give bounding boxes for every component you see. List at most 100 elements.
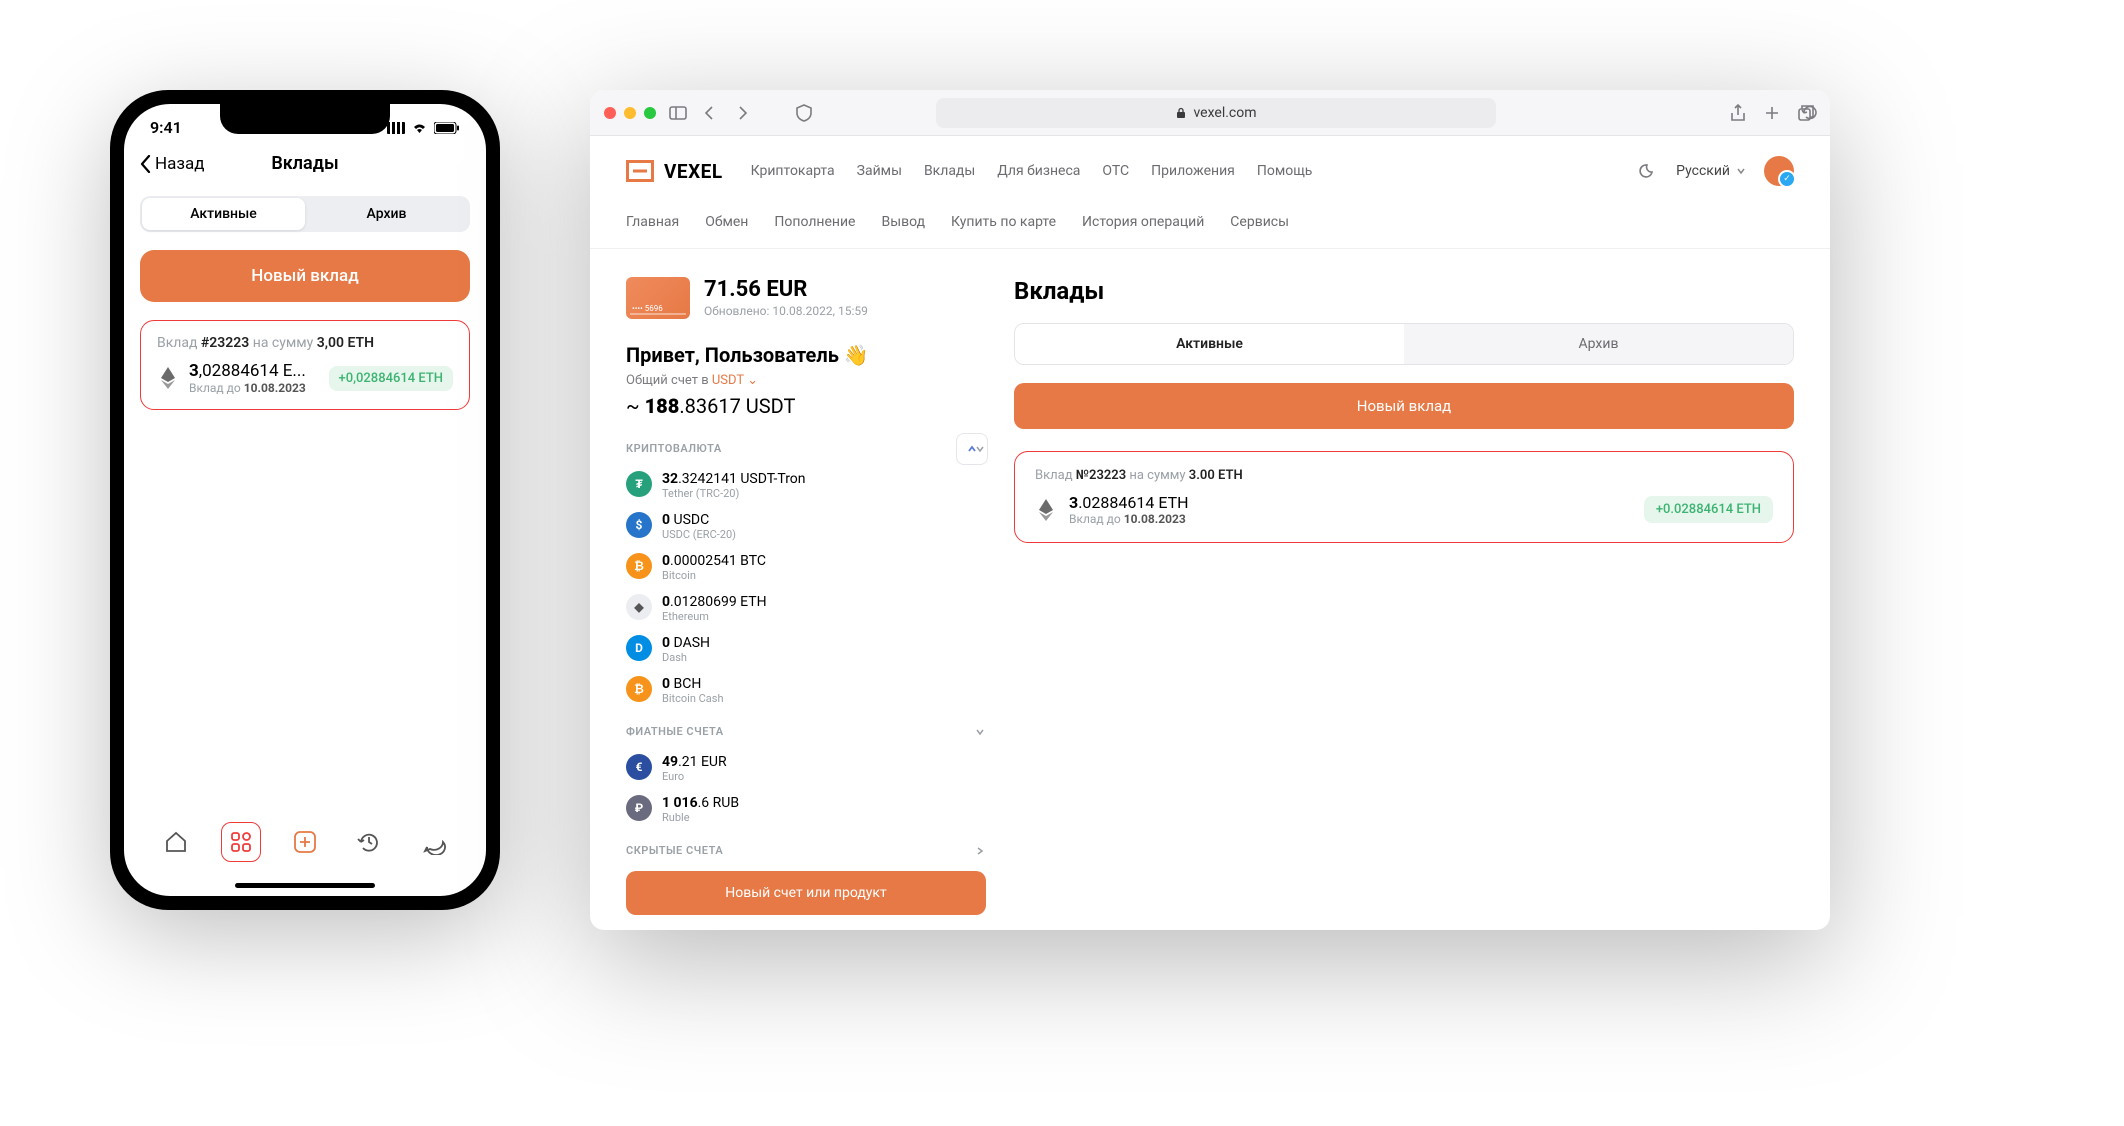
minimize-window-button[interactable]	[624, 107, 636, 119]
reload-icon[interactable]	[1800, 103, 1820, 123]
tab-add[interactable]	[285, 822, 325, 862]
card-thumbnail[interactable]: •••• 5696	[626, 277, 690, 319]
asset-row[interactable]: ₮32.3242141 USDT-TronTether (TRC-20)	[626, 465, 986, 506]
battery-icon	[434, 122, 460, 134]
asset-amount: 0.00002541 BTC	[662, 553, 766, 569]
asset-row[interactable]: ◆ 0.01280699 ETHEthereum	[626, 588, 986, 629]
asset-amount: 49.21 EUR	[662, 754, 727, 770]
share-icon[interactable]	[1728, 103, 1748, 123]
nav-deposits[interactable]: Вклады	[924, 163, 975, 179]
asset-row[interactable]: ₽1 016.6 RUBRuble	[626, 789, 986, 830]
profit-badge: +0,02884614 ETH	[329, 366, 453, 391]
panel-title: Вклады	[1014, 277, 1794, 305]
ethereum-icon	[1035, 499, 1057, 521]
deposit-card[interactable]: Вклад #23223 на сумму 3,00 ETH 3,0288461…	[140, 320, 470, 410]
asset-name: USDC (ERC-20)	[662, 528, 736, 541]
subnav-history[interactable]: История операций	[1082, 214, 1204, 230]
nav-loans[interactable]: Займы	[857, 163, 902, 179]
asset-row[interactable]: ₿0 BCHBitcoin Cash	[626, 670, 986, 711]
balance-updated: Обновлено: 10.08.2022, 15:59	[704, 304, 868, 318]
profit-badge: +0.02884614 ETH	[1644, 496, 1773, 523]
total-balance: ~ 188.83617 USDT	[626, 394, 986, 418]
asset-icon: D	[626, 635, 652, 661]
asset-icon: €	[626, 754, 652, 780]
section-hidden[interactable]: СКРЫТЫЕ СЧЕТА	[626, 844, 986, 857]
asset-name: Ethereum	[662, 610, 767, 623]
nav-otc[interactable]: OTC	[1102, 163, 1129, 179]
new-account-button[interactable]: Новый счет или продукт	[626, 871, 986, 915]
nav-help[interactable]: Помощь	[1257, 163, 1313, 179]
asset-icon: ₿	[626, 553, 652, 579]
deposit-tab-archive[interactable]: Архив	[1404, 324, 1793, 364]
sidebar-toggle-icon[interactable]	[668, 103, 688, 123]
deposit-card-header: Вклад №23223 на сумму 3.00 ETH	[1035, 468, 1773, 483]
asset-amount: 0 DASH	[662, 635, 710, 651]
total-label[interactable]: Общий счет в USDT ⌄	[626, 373, 986, 388]
card-balance: 71.56 EUR	[704, 277, 868, 302]
tab-active[interactable]: Активные	[142, 198, 305, 230]
section-fiat[interactable]: ФИАТНЫЕ СЧЕТА	[626, 725, 986, 738]
theme-toggle-icon[interactable]	[1638, 161, 1658, 181]
bottom-tab-bar	[124, 812, 486, 886]
nav-back-icon[interactable]	[700, 103, 720, 123]
subnav-home[interactable]: Главная	[626, 214, 679, 230]
nav-apps[interactable]: Приложения	[1151, 163, 1235, 179]
asset-name: Euro	[662, 770, 727, 783]
deposit-amount: 3.02884614 ETH	[1069, 493, 1189, 512]
asset-name: Bitcoin	[662, 569, 766, 582]
deposit-card-header: Вклад #23223 на сумму 3,00 ETH	[157, 335, 453, 351]
nav-cryptocard[interactable]: Криптокарта	[751, 163, 835, 179]
traffic-lights	[604, 107, 656, 119]
asset-row[interactable]: ₿ 0.00002541 BTCBitcoin	[626, 547, 986, 588]
new-deposit-button[interactable]: Новый вклад	[1014, 383, 1794, 429]
close-window-button[interactable]	[604, 107, 616, 119]
section-crypto[interactable]: КРИПТОВАЛЮТА	[626, 442, 986, 455]
deposit-amount: 3,02884614 E...	[189, 361, 306, 381]
new-deposit-button[interactable]: Новый вклад	[140, 250, 470, 302]
back-label: Назад	[155, 154, 205, 174]
logo[interactable]: VEXEL	[626, 160, 723, 183]
language-selector[interactable]: Русский	[1676, 163, 1746, 179]
back-button[interactable]: Назад	[140, 154, 205, 174]
asset-row[interactable]: $0 USDCUSDC (ERC-20)	[626, 506, 986, 547]
asset-row[interactable]: D0 DASHDash	[626, 629, 986, 670]
deposit-until: Вклад до 10.08.2023	[1069, 512, 1189, 526]
maximize-window-button[interactable]	[644, 107, 656, 119]
site-header: VEXEL Криптокарта Займы Вклады Для бизне…	[590, 136, 1830, 206]
subnav-exchange[interactable]: Обмен	[705, 214, 748, 230]
asset-icon: ₿	[626, 676, 652, 702]
subnav-withdraw[interactable]: Вывод	[882, 214, 926, 230]
deposit-tab-active[interactable]: Активные	[1015, 324, 1404, 364]
home-indicator[interactable]	[235, 883, 375, 888]
subnav-services[interactable]: Сервисы	[1230, 214, 1289, 230]
avatar[interactable]	[1764, 156, 1794, 186]
asset-amount: 0.01280699 ETH	[662, 594, 767, 610]
phone-screen: 9:41 Назад Вклады Активные Архив Новый в…	[124, 104, 486, 896]
nav-business[interactable]: Для бизнеса	[997, 163, 1080, 179]
browser-window: vexel.com VEXEL Криптокарта Займы Вклады…	[590, 90, 1830, 930]
deposit-card[interactable]: Вклад №23223 на сумму 3.00 ETH 3.0288461…	[1014, 451, 1794, 543]
collapse-sidebar-button[interactable]	[956, 433, 988, 465]
nav-forward-icon[interactable]	[732, 103, 752, 123]
asset-name: Tether (TRC-20)	[662, 487, 806, 500]
new-tab-icon[interactable]	[1762, 103, 1782, 123]
asset-icon: ◆	[626, 594, 652, 620]
page-title: Вклады	[271, 153, 338, 174]
url-host: vexel.com	[1193, 105, 1256, 121]
logo-icon	[626, 160, 654, 182]
status-time: 9:41	[150, 118, 182, 137]
tab-home[interactable]	[156, 822, 196, 862]
tab-chat[interactable]	[414, 822, 454, 862]
lock-icon	[1175, 107, 1187, 119]
signal-icon	[387, 122, 405, 134]
tab-history[interactable]	[349, 822, 389, 862]
url-bar[interactable]: vexel.com	[936, 98, 1496, 128]
tab-archive[interactable]: Архив	[305, 198, 468, 230]
window-toolbar: vexel.com	[590, 90, 1830, 136]
shield-icon[interactable]	[794, 103, 814, 123]
tab-apps[interactable]	[221, 822, 261, 862]
asset-amount: 1 016.6 RUB	[662, 795, 739, 811]
asset-row[interactable]: €49.21 EUREuro	[626, 748, 986, 789]
subnav-buy[interactable]: Купить по карте	[951, 214, 1056, 230]
subnav-topup[interactable]: Пополнение	[774, 214, 855, 230]
